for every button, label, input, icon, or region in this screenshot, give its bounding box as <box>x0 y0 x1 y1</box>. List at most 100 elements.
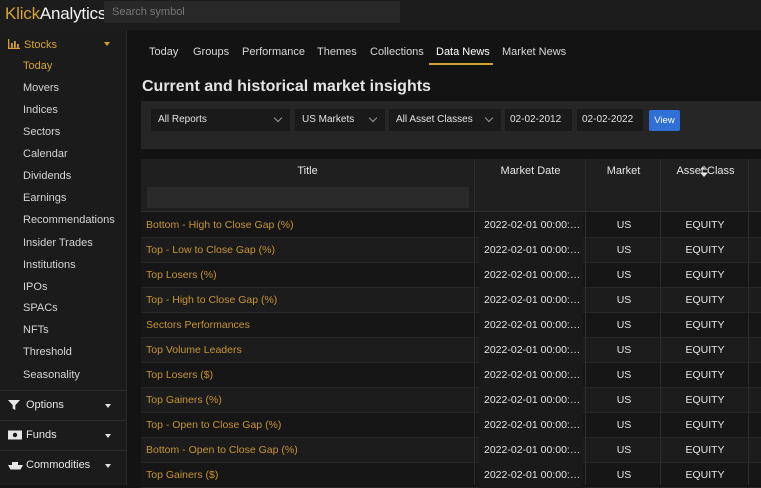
date-from-field[interactable]: 02-02-2012 <box>505 109 572 131</box>
sidebar-item-ipos[interactable]: IPOs <box>23 279 47 295</box>
table-row[interactable]: Top Losers (%) 2022-02-01 00:00:00... US EQ… <box>141 263 761 288</box>
sidebar-item-today[interactable]: Today <box>23 58 52 74</box>
row-asset-class: EQUITY <box>685 394 725 406</box>
sidebar-group-label: Commodities <box>26 459 91 471</box>
market-select-value: US Markets <box>302 114 355 125</box>
sidebar-group-options[interactable]: Options <box>0 390 127 418</box>
row-market-date: 2022-02-01 00:00:00... <box>479 463 583 488</box>
chevron-down-icon <box>273 113 283 123</box>
row-market: US <box>616 244 632 256</box>
tab-groups[interactable]: Groups <box>193 38 229 64</box>
table-row[interactable]: Bottom - Open to Close Gap (%) 2022-02-01… <box>141 438 761 463</box>
sidebar-section-stocks[interactable]: Stocks <box>0 35 127 57</box>
row-market-date: 2022-02-01 00:00:00... <box>479 338 583 363</box>
sidebar-item-nfts[interactable]: NFTs <box>23 322 49 338</box>
market-select[interactable]: US Markets <box>295 109 385 131</box>
sidebar-item-institutions[interactable]: Institutions <box>23 257 76 273</box>
title-filter-input[interactable] <box>147 187 469 208</box>
row-title-link[interactable]: Sectors Performances <box>146 313 471 338</box>
page-title: Current and historical market insights <box>142 78 431 95</box>
sidebar-item-earnings[interactable]: Earnings <box>23 190 66 206</box>
table-header: Title Market Date Market Asset Class <box>141 159 761 212</box>
table-row[interactable]: Top - Low to Close Gap (%) 2022-02-01 00:… <box>141 238 761 263</box>
row-asset-class: EQUITY <box>685 419 725 431</box>
sidebar-item-seasonality[interactable]: Seasonality <box>23 367 80 383</box>
sidebar-item-sectors[interactable]: Sectors <box>23 124 60 140</box>
table-row[interactable]: Top Gainers ($) 2022-02-01 00:00:00... US E… <box>141 463 761 488</box>
column-divider <box>660 159 661 485</box>
row-market-date: 2022-02-01 00:00:00... <box>479 213 583 238</box>
tab-themes[interactable]: Themes <box>317 38 357 64</box>
active-tab-indicator <box>429 63 493 65</box>
sidebar-item-calendar[interactable]: Calendar <box>23 146 68 162</box>
row-asset-class: EQUITY <box>685 344 725 356</box>
row-title-link[interactable]: Top - Open to Close Gap (%) <box>146 413 471 438</box>
tab-data-news[interactable]: Data News <box>436 38 490 64</box>
sidebar-item-movers[interactable]: Movers <box>23 80 59 96</box>
column-divider <box>474 159 475 485</box>
row-title-link[interactable]: Top Volume Leaders <box>146 338 471 363</box>
sidebar-group-funds[interactable]: Funds <box>0 420 127 448</box>
tab-collections[interactable]: Collections <box>370 38 424 64</box>
tab-today[interactable]: Today <box>149 38 178 64</box>
sidebar-item-insider-trades[interactable]: Insider Trades <box>23 235 93 251</box>
table-row[interactable]: Top Losers ($) 2022-02-01 00:00:00... US EQ… <box>141 363 761 388</box>
sidebar-item-spacs[interactable]: SPACs <box>23 300 58 316</box>
tab-performance[interactable]: Performance <box>242 38 305 64</box>
logo-part-1: Klick <box>5 4 40 23</box>
table-row[interactable]: Top Gainers (%) 2022-02-01 00:00:00... US E… <box>141 388 761 413</box>
sidebar-item-dividends[interactable]: Dividends <box>23 168 71 184</box>
table-row[interactable]: Top Volume Leaders 2022-02-01 00:00:00...… <box>141 338 761 363</box>
chevron-down-icon <box>368 113 378 123</box>
row-asset-class: EQUITY <box>685 319 725 331</box>
row-market-date: 2022-02-01 00:00:00... <box>479 238 583 263</box>
row-market-date: 2022-02-01 00:00:00... <box>479 363 583 388</box>
sidebar-item-recommendations[interactable]: Recommendations <box>23 212 115 228</box>
sidebar-item-threshold[interactable]: Threshold <box>23 344 72 360</box>
row-title-link[interactable]: Top - Low to Close Gap (%) <box>146 238 471 263</box>
sidebar-item-indices[interactable]: Indices <box>23 102 58 118</box>
column-header-market-date[interactable]: Market Date <box>475 159 586 184</box>
date-to-field[interactable]: 02-02-2022 <box>577 109 643 131</box>
chevron-down-icon <box>104 42 110 46</box>
row-title-link[interactable]: Top Gainers (%) <box>146 388 471 413</box>
table-row[interactable]: Bottom - High to Close Gap (%) 2022-02-01… <box>141 213 761 238</box>
asset-class-select[interactable]: All Asset Classes <box>389 109 501 131</box>
tab-market-news[interactable]: Market News <box>502 38 566 64</box>
money-icon <box>8 430 22 440</box>
row-asset-class: EQUITY <box>685 369 725 381</box>
column-header-asset-class[interactable]: Asset Class <box>661 159 750 184</box>
row-market: US <box>616 394 632 406</box>
row-asset-class: EQUITY <box>685 219 725 231</box>
table-row[interactable]: Sectors Performances 2022-02-01 00:00:00.… <box>141 313 761 338</box>
row-asset-class: EQUITY <box>685 469 725 481</box>
chevron-down-icon <box>105 404 111 408</box>
row-title-link[interactable]: Top Losers ($) <box>146 363 471 388</box>
table-row[interactable]: Top - Open to Close Gap (%) 2022-02-01 00… <box>141 413 761 438</box>
chevron-down-icon <box>105 434 111 438</box>
column-header-market[interactable]: Market <box>586 159 661 184</box>
row-market-date: 2022-02-01 00:00:00... <box>479 413 583 438</box>
row-market: US <box>616 344 632 356</box>
row-title-link[interactable]: Bottom - High to Close Gap (%) <box>146 213 471 238</box>
report-select[interactable]: All Reports <box>151 109 290 131</box>
row-title-link[interactable]: Bottom - Open to Close Gap (%) <box>146 438 471 463</box>
row-market-date: 2022-02-01 00:00:00... <box>479 438 583 463</box>
column-header-title[interactable]: Title <box>141 159 474 184</box>
row-asset-class: EQUITY <box>685 294 725 306</box>
row-title-link[interactable]: Top Losers (%) <box>146 263 471 288</box>
logo-part-2: Analytics <box>39 4 107 23</box>
row-market-date: 2022-02-01 00:00:00... <box>479 263 583 288</box>
view-button[interactable]: View <box>649 110 680 131</box>
search-input[interactable] <box>104 1 400 23</box>
filter-bar: All Reports US Markets All Asset Classes… <box>141 101 761 149</box>
row-title-link[interactable]: Top - High to Close Gap (%) <box>146 288 471 313</box>
column-header-label: Market Date <box>500 165 561 177</box>
row-market: US <box>616 369 632 381</box>
row-title-link[interactable]: Top Gainers ($) <box>146 463 471 488</box>
row-market: US <box>616 419 632 431</box>
sidebar-group-commodities[interactable]: Commodities <box>0 450 127 478</box>
bar-chart-icon <box>8 39 20 49</box>
table-row[interactable]: Top - High to Close Gap (%) 2022-02-01 00… <box>141 288 761 313</box>
app-logo[interactable]: KlickAnalytics <box>5 3 106 25</box>
